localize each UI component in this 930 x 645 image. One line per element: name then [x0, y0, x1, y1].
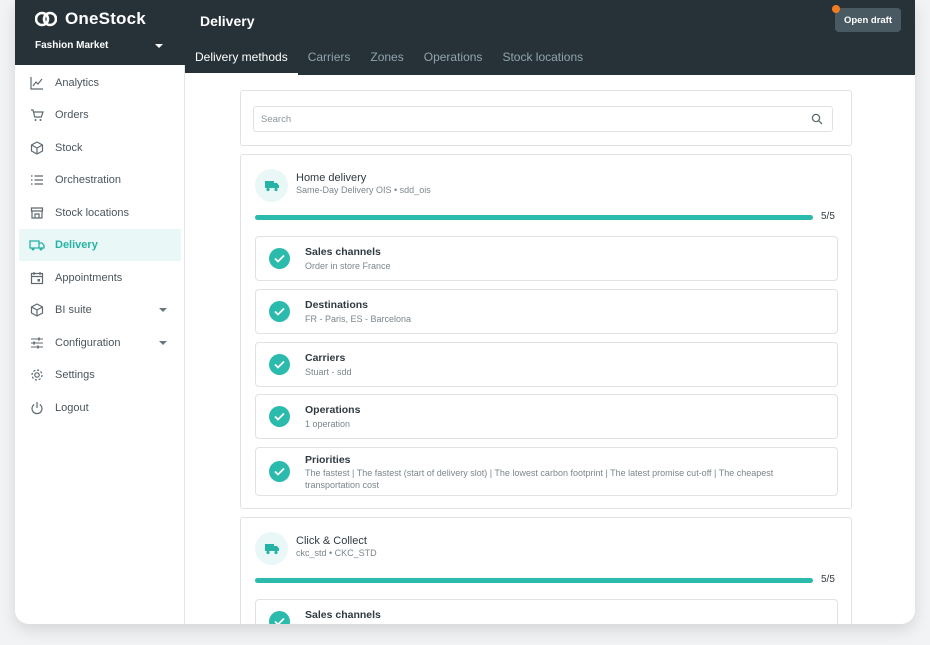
progress-count: 5/5: [821, 574, 835, 585]
sidebar-item-stock[interactable]: Stock: [19, 132, 181, 164]
step-title: Operations: [305, 404, 361, 416]
step-title: Destinations: [305, 299, 369, 311]
step-operations[interactable]: Operations 1 operation: [255, 394, 838, 439]
step-title: Priorities: [305, 454, 351, 466]
delivery-method-subtitle: Same-Day Delivery OIS • sdd_ois: [296, 185, 431, 195]
sidebar-item-label: Analytics: [55, 77, 100, 89]
sidebar-item-configuration[interactable]: Configuration: [19, 327, 181, 359]
sidebar-item-label: Logout: [55, 402, 89, 414]
brand[interactable]: OneStock: [35, 9, 146, 29]
sidebar-item-label: Settings: [55, 369, 95, 381]
sidebar-item-orders[interactable]: Orders: [19, 99, 181, 131]
tab-zones[interactable]: Zones: [360, 44, 413, 75]
sidebar: Analytics Orders Stock Orchestration Sto…: [15, 65, 185, 624]
step-detail: Order in store France: [305, 261, 391, 271]
delivery-method-icon: [255, 532, 288, 565]
brand-name: OneStock: [65, 9, 146, 28]
search-icon[interactable]: [811, 113, 823, 125]
sidebar-item-label: Orders: [55, 109, 89, 121]
draft-notification-dot: [832, 5, 840, 13]
sidebar-item-stock-locations[interactable]: Stock locations: [19, 197, 181, 229]
sidebar-item-bi-suite[interactable]: BI suite: [19, 294, 181, 326]
page-title: Delivery: [200, 13, 255, 29]
search-card: [240, 90, 852, 146]
check-icon: [269, 301, 290, 322]
truck-icon: [264, 181, 279, 192]
calendar-icon: [29, 270, 45, 286]
onestock-logo-icon: [35, 11, 57, 27]
step-title: Sales channels: [305, 609, 381, 621]
list-icon: [29, 172, 45, 188]
sidebar-item-settings[interactable]: Settings: [19, 359, 181, 391]
progress-bar: [255, 215, 813, 220]
market-label: Fashion Market: [35, 40, 109, 51]
check-icon: [269, 611, 290, 624]
main-content: Home delivery Same-Day Delivery OIS • sd…: [185, 75, 915, 624]
sidebar-item-label: Delivery: [55, 239, 98, 251]
sidebar-item-label: Appointments: [55, 272, 123, 284]
cart-icon: [29, 107, 45, 123]
delivery-method-card[interactable]: Click & Collect ckc_std • CKC_STD 5/5 Sa…: [240, 517, 852, 624]
search-input[interactable]: [254, 113, 794, 125]
step-priorities[interactable]: Priorities The fastest | The fastest (st…: [255, 447, 838, 496]
sidebar-item-label: Orchestration: [55, 174, 122, 186]
sidebar-item-delivery[interactable]: Delivery: [19, 229, 181, 261]
step-sales-channels[interactable]: Sales channels: [255, 599, 838, 624]
step-detail: Stuart - sdd: [305, 367, 352, 377]
gear-icon: [29, 367, 45, 383]
search-box[interactable]: [253, 106, 833, 132]
step-title: Carriers: [305, 352, 346, 364]
sidebar-item-label: Stock locations: [55, 207, 129, 219]
chevron-down-icon: [159, 308, 167, 312]
step-detail: FR - Paris, ES - Barcelona: [305, 314, 412, 324]
progress-bar: [255, 578, 813, 583]
check-icon: [269, 406, 290, 427]
app-window: OneStock Fashion Market Delivery Open dr…: [15, 0, 915, 624]
tab-carriers[interactable]: Carriers: [298, 44, 361, 75]
sidebar-item-orchestration[interactable]: Orchestration: [19, 164, 181, 196]
analytics-icon: [29, 75, 45, 91]
tab-operations[interactable]: Operations: [414, 44, 493, 75]
step-detail: 1 operation: [305, 419, 351, 429]
sidebar-item-analytics[interactable]: Analytics: [19, 67, 181, 99]
check-icon: [269, 354, 290, 375]
delivery-method-title: Home delivery: [296, 172, 367, 184]
check-icon: [269, 461, 290, 482]
sidebar-item-logout[interactable]: Logout: [19, 392, 181, 424]
tab-bar: Delivery methods Carriers Zones Operatio…: [185, 44, 593, 75]
step-sales-channels[interactable]: Sales channels Order in store France: [255, 236, 838, 281]
market-selector[interactable]: Fashion Market: [35, 40, 163, 51]
tab-stock-locations[interactable]: Stock locations: [492, 44, 593, 75]
delivery-method-icon: [255, 169, 288, 202]
sidebar-item-label: BI suite: [55, 304, 92, 316]
box-icon: [29, 140, 45, 156]
chevron-down-icon: [159, 341, 167, 345]
step-destinations[interactable]: Destinations FR - Paris, ES - Barcelona: [255, 289, 838, 334]
sidebar-item-appointments[interactable]: Appointments: [19, 262, 181, 294]
step-title: Sales channels: [305, 246, 381, 258]
truck-icon: [29, 237, 45, 253]
truck-icon: [264, 544, 279, 555]
power-icon: [29, 400, 45, 416]
sidebar-item-label: Stock: [55, 142, 83, 154]
sliders-icon: [29, 335, 45, 351]
tab-delivery-methods[interactable]: Delivery methods: [185, 44, 298, 75]
delivery-method-card[interactable]: Home delivery Same-Day Delivery OIS • sd…: [240, 154, 852, 509]
chevron-down-icon: [155, 43, 163, 48]
cube-icon: [29, 302, 45, 318]
check-icon: [269, 248, 290, 269]
delivery-method-title: Click & Collect: [296, 535, 367, 547]
step-carriers[interactable]: Carriers Stuart - sdd: [255, 342, 838, 387]
progress-count: 5/5: [821, 211, 835, 222]
step-detail: The fastest | The fastest (start of deli…: [305, 468, 774, 490]
sidebar-item-label: Configuration: [55, 337, 121, 349]
open-draft-button[interactable]: Open draft: [835, 8, 901, 32]
progress-fill: [255, 215, 813, 220]
store-icon: [29, 205, 45, 221]
top-bar: OneStock Fashion Market Delivery Open dr…: [15, 0, 915, 75]
progress-fill: [255, 578, 813, 583]
delivery-method-subtitle: ckc_std • CKC_STD: [296, 548, 377, 558]
